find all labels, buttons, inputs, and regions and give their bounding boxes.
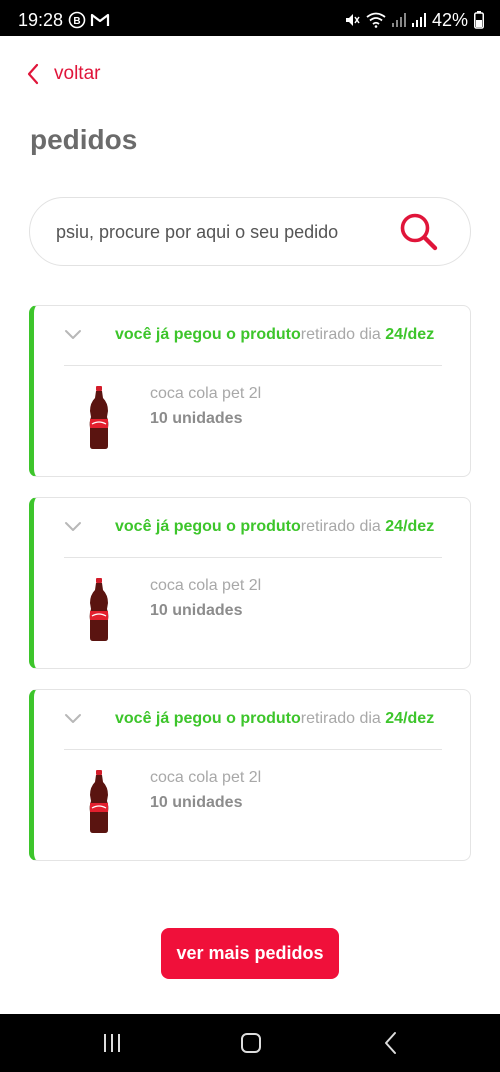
product-name: coca cola pet 2l <box>150 577 262 594</box>
product-name: coca cola pet 2l <box>150 769 262 786</box>
recent-apps-icon[interactable] <box>99 1030 125 1056</box>
chevron-left-icon <box>27 63 39 85</box>
card-divider <box>64 365 442 366</box>
system-indicators: 42% <box>344 9 484 31</box>
order-status: você já pegou o produto <box>115 326 301 343</box>
search-button[interactable] <box>398 211 440 253</box>
battery-percent: 42% <box>431 10 468 30</box>
signal-icon <box>391 13 406 27</box>
order-card[interactable]: você já pegou o produtoretirado dia 24/d… <box>29 497 471 669</box>
order-status-line: você já pegou o produtoretirado dia 24/d… <box>115 708 434 730</box>
coca-cola-bottle-image <box>89 578 109 641</box>
chevron-down-icon[interactable] <box>64 710 82 728</box>
chevron-down-icon[interactable] <box>64 518 82 536</box>
search-box <box>29 197 471 266</box>
order-status: você já pegou o produto <box>115 518 301 535</box>
more-orders-button[interactable]: ver mais pedidos <box>161 928 339 979</box>
gmail-icon <box>90 13 110 26</box>
home-icon[interactable] <box>238 1030 264 1056</box>
pickup-date-label: retirado dia <box>300 326 386 343</box>
product-name: coca cola pet 2l <box>150 385 262 402</box>
product-quantity: 10 unidades <box>150 794 243 811</box>
order-status-line: você já pegou o produtoretirado dia 24/d… <box>115 324 434 346</box>
wifi-icon <box>366 12 386 28</box>
coca-cola-bottle-image <box>89 770 109 833</box>
signal-icon <box>411 13 426 27</box>
card-divider <box>64 557 442 558</box>
product-quantity: 10 unidades <box>150 602 243 619</box>
back-button[interactable]: voltar <box>26 58 100 90</box>
pickup-date: 24/dez <box>385 518 435 535</box>
card-divider <box>64 749 442 750</box>
status-bar: 19:28 B 42% <box>0 0 500 36</box>
pickup-date: 24/dez <box>385 710 435 727</box>
product-quantity: 10 unidades <box>150 410 243 427</box>
pickup-date: 24/dez <box>385 326 435 343</box>
page-title: pedidos <box>30 124 138 155</box>
battery-icon <box>474 11 484 29</box>
pickup-date-label: retirado dia <box>300 518 386 535</box>
back-nav-icon[interactable] <box>379 1030 405 1056</box>
navigation-bar <box>0 1014 500 1072</box>
order-card[interactable]: você já pegou o produtoretirado dia 24/d… <box>29 689 471 861</box>
chevron-down-icon[interactable] <box>64 326 82 344</box>
order-status-line: você já pegou o produtoretirado dia 24/d… <box>115 516 434 538</box>
search-icon <box>400 213 438 251</box>
search-input[interactable] <box>56 218 368 246</box>
notification-icons: B <box>68 11 110 29</box>
back-label: voltar <box>54 63 101 84</box>
mute-icon <box>345 14 360 26</box>
pickup-date-label: retirado dia <box>300 710 386 727</box>
order-card[interactable]: você já pegou o produtoretirado dia 24/d… <box>29 305 471 477</box>
b-circle-icon: B <box>68 11 86 29</box>
status-time: 19:28 <box>18 10 64 30</box>
coca-cola-bottle-image <box>89 386 109 449</box>
order-status: você já pegou o produto <box>115 710 301 727</box>
svg-text:B: B <box>73 16 80 27</box>
